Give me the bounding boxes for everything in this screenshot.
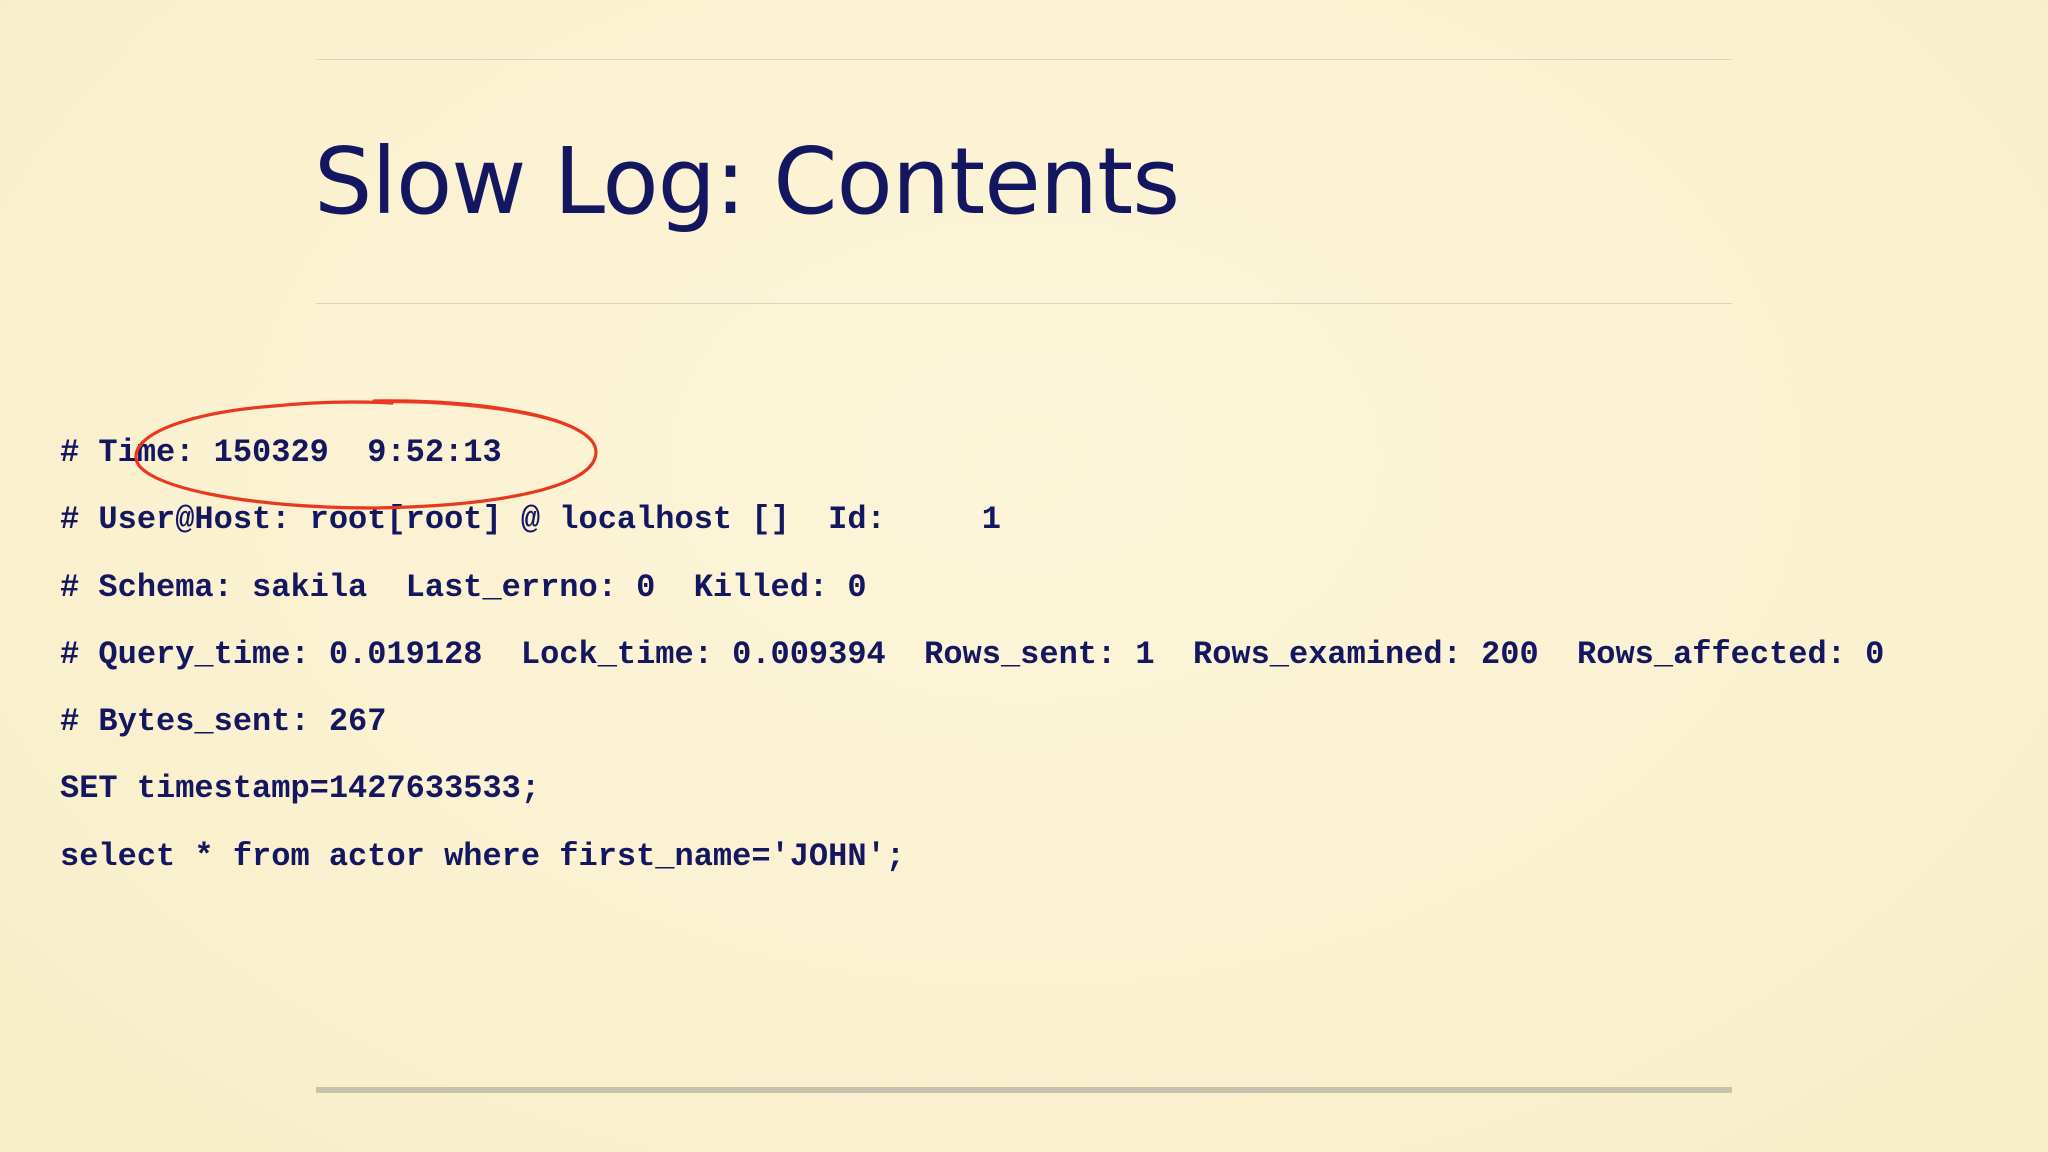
- slow-log-block: # Time: 150329 9:52:13 # User@Host: root…: [60, 426, 2020, 897]
- log-line-set-timestamp: SET timestamp=1427633533;: [60, 770, 541, 808]
- log-line-time: # Time: 150329 9:52:13: [60, 434, 502, 471]
- log-line-select-query: select * from actor where first_name='JO…: [60, 837, 905, 875]
- log-line-bytes-sent: # Bytes_sent: 267: [60, 703, 387, 741]
- annotation-stroke-overlap: [384, 400, 566, 426]
- log-line-query-time: # Query_time: 0.019128 Lock_time: 0.0093…: [60, 635, 1885, 673]
- slide: Slow Log: Contents # Time: 150329 9:52:1…: [0, 0, 2048, 1152]
- bottom-divider: [316, 1087, 1732, 1093]
- log-line-user-host: # User@Host: root[root] @ localhost [] I…: [60, 501, 1001, 539]
- log-line-schema: # Schema: sakila Last_errno: 0 Killed: 0: [60, 568, 867, 606]
- title-divider: [316, 303, 1732, 304]
- top-divider: [316, 59, 1732, 60]
- slide-title: Slow Log: Contents: [314, 128, 1180, 235]
